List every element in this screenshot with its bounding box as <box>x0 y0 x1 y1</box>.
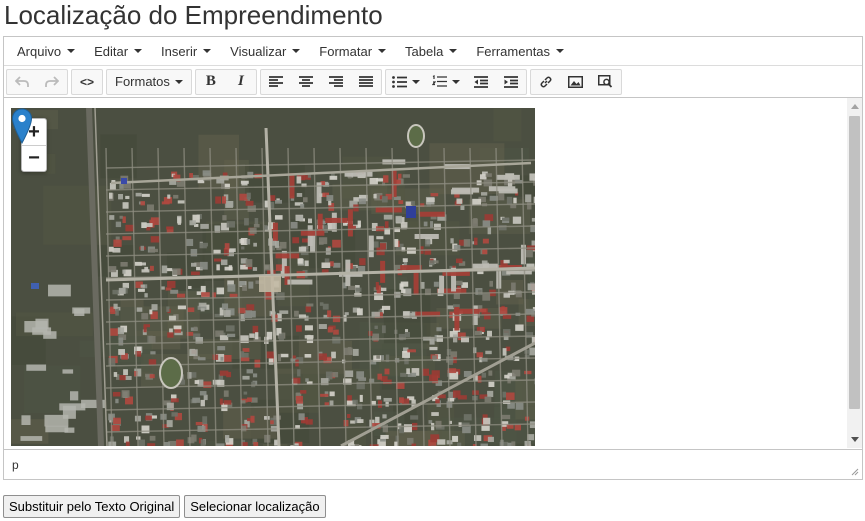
align-center-button[interactable] <box>291 70 321 94</box>
undo-button[interactable] <box>7 70 37 94</box>
list-group <box>384 68 527 95</box>
scroll-down-icon[interactable] <box>851 437 859 442</box>
caret-down-icon <box>134 49 143 53</box>
caret-down-icon <box>67 49 76 53</box>
undo-icon <box>15 75 29 87</box>
scroll-thumb[interactable] <box>849 116 860 409</box>
italic-button[interactable]: I <box>226 70 256 94</box>
outdent-button[interactable] <box>466 70 496 94</box>
caret-down-icon <box>203 49 212 53</box>
link-icon <box>540 76 552 87</box>
bullet-list-icon <box>392 75 407 88</box>
indent-button[interactable] <box>496 70 526 94</box>
vertical-scrollbar[interactable] <box>847 98 862 448</box>
scroll-up-icon[interactable] <box>851 104 859 109</box>
menu-ferramentas[interactable]: Ferramentas <box>467 37 574 65</box>
element-path[interactable]: p <box>12 458 19 472</box>
map-view[interactable]: + − <box>11 108 535 446</box>
page-title: Localização do Empreendimento <box>4 0 383 30</box>
satellite-map-imagery <box>11 108 535 446</box>
editor-menubar: Arquivo Editar Inserir Visualizar Format… <box>4 37 862 66</box>
editor-content[interactable]: + − <box>4 98 862 448</box>
link-button[interactable] <box>531 70 561 94</box>
caret-down-icon <box>174 79 183 84</box>
bullet-list-button[interactable] <box>386 70 426 94</box>
insert-group <box>529 68 622 95</box>
menu-inserir[interactable]: Inserir <box>152 37 221 65</box>
menu-arquivo[interactable]: Arquivo <box>8 37 85 65</box>
menu-formatar[interactable]: Formatar <box>310 37 396 65</box>
caret-down-icon <box>556 49 565 53</box>
align-left-icon <box>268 75 283 87</box>
menu-visualizar[interactable]: Visualizar <box>221 37 310 65</box>
image-button[interactable] <box>561 70 591 94</box>
align-center-icon <box>298 75 313 87</box>
numbered-list-button[interactable] <box>426 70 466 94</box>
code-group: <> <box>71 68 103 95</box>
map-marker-icon[interactable] <box>11 108 33 144</box>
caret-down-icon <box>378 49 387 53</box>
restore-original-text-button[interactable]: Substituir pelo Texto Original <box>3 495 181 518</box>
formats-dropdown[interactable]: Formatos <box>107 70 191 94</box>
caret-down-icon <box>292 49 301 53</box>
align-left-button[interactable] <box>261 70 291 94</box>
editor-toolbar: <> Formatos B I <box>4 66 862 98</box>
resize-handle-icon[interactable] <box>850 467 859 476</box>
rich-text-editor: Arquivo Editar Inserir Visualizar Format… <box>3 36 863 480</box>
outdent-icon <box>473 75 488 88</box>
bold-icon: B <box>205 73 216 89</box>
menu-tabela[interactable]: Tabela <box>396 37 467 65</box>
redo-icon <box>45 75 59 87</box>
caret-down-icon <box>411 79 420 84</box>
style-group: B I <box>194 68 257 95</box>
caret-down-icon <box>449 49 458 53</box>
select-location-button[interactable]: Selecionar localização <box>184 495 326 518</box>
action-buttons: Substituir pelo Texto Original Seleciona… <box>3 495 326 518</box>
align-group <box>259 68 382 95</box>
bold-button[interactable]: B <box>196 70 226 94</box>
formats-group: Formatos <box>106 68 192 95</box>
history-group <box>6 68 68 95</box>
preview-button[interactable] <box>591 70 621 94</box>
align-justify-icon <box>358 75 373 87</box>
align-right-button[interactable] <box>321 70 351 94</box>
indent-icon <box>503 75 518 88</box>
editor-statusbar: p <box>4 449 862 479</box>
menu-editar[interactable]: Editar <box>85 37 152 65</box>
source-code-icon: <> <box>79 74 94 89</box>
align-justify-button[interactable] <box>351 70 381 94</box>
preview-icon <box>598 75 613 88</box>
italic-icon: I <box>237 73 244 89</box>
redo-button[interactable] <box>37 70 67 94</box>
caret-down-icon <box>451 79 460 84</box>
numbered-list-icon <box>431 75 447 87</box>
zoom-out-button[interactable]: − <box>22 145 46 171</box>
source-code-button[interactable]: <> <box>72 70 102 94</box>
image-icon <box>568 75 584 88</box>
align-right-icon <box>328 75 343 87</box>
